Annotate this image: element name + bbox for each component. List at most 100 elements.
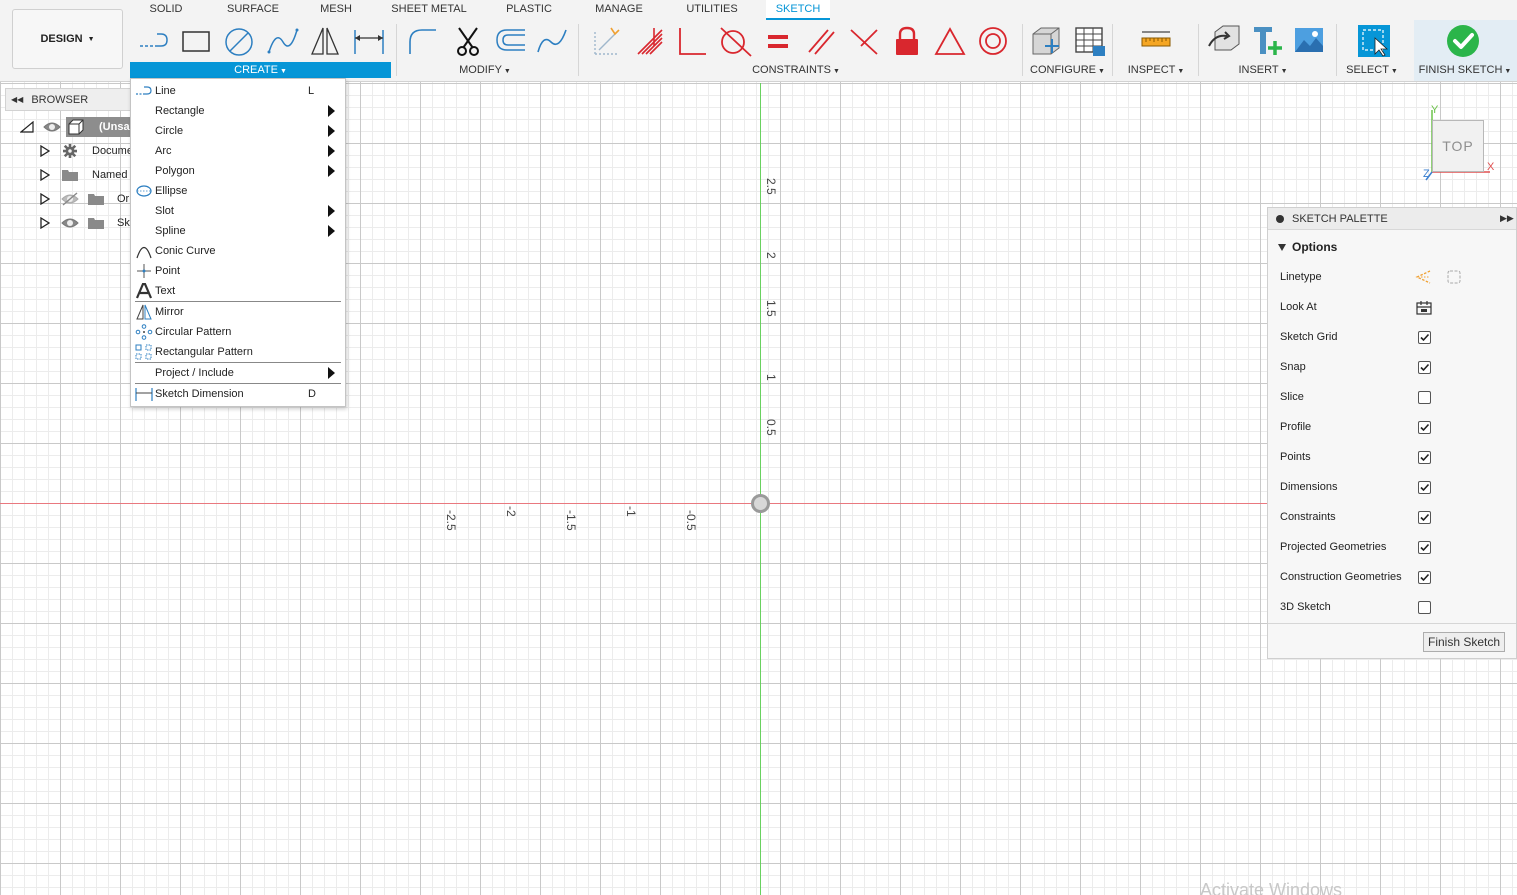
folder-icon <box>88 194 104 205</box>
menu-item-rectangle[interactable]: Rectangle <box>131 101 345 121</box>
measure-icon[interactable] <box>1138 22 1174 60</box>
tab-solid[interactable]: SOLID <box>143 0 189 20</box>
select-icon[interactable] <box>1354 22 1394 60</box>
menu-item-mirror[interactable]: Mirror <box>131 302 345 322</box>
menu-item-point[interactable]: Point <box>131 261 345 281</box>
tab-plastic[interactable]: PLASTIC <box>503 0 555 20</box>
insert-group-button[interactable]: INSERT ▼ <box>1232 62 1294 78</box>
finish-sketch-check-icon[interactable] <box>1445 22 1481 60</box>
browser-item-document-settings[interactable]: Docume <box>0 141 131 161</box>
constraints-checkbox[interactable] <box>1418 511 1431 524</box>
menu-item-conic-curve[interactable]: Conic Curve <box>131 241 345 261</box>
line-tool-icon[interactable] <box>136 22 172 60</box>
menu-item-circular-pattern[interactable]: Circular Pattern <box>131 322 345 342</box>
3d-sketch-checkbox[interactable] <box>1418 601 1431 614</box>
expand-triangle-icon[interactable] <box>40 169 50 181</box>
coincident-constraint-icon[interactable] <box>631 22 667 60</box>
centerline-linetype-icon[interactable] <box>1445 269 1463 285</box>
menu-item-arc[interactable]: Arc <box>131 141 345 161</box>
slice-checkbox[interactable] <box>1418 391 1431 404</box>
browser-root[interactable]: (Unsa <box>0 117 131 137</box>
construction-geometries-checkbox[interactable] <box>1418 571 1431 584</box>
palette-row-label: 3D Sketch <box>1280 601 1331 613</box>
menu-item-line[interactable]: Line L <box>131 81 345 101</box>
inspect-group-button[interactable]: INSPECT ▼ <box>1124 62 1188 78</box>
finish-sketch-button[interactable]: FINISH SKETCH ▼ <box>1418 62 1512 78</box>
browser-item-named-views[interactable]: Named V <box>0 165 131 185</box>
menu-item-polygon[interactable]: Polygon <box>131 161 345 181</box>
tab-utilities[interactable]: UTILITIES <box>684 0 740 20</box>
expand-triangle-icon[interactable] <box>40 145 50 157</box>
browser-item-origin[interactable]: Or <box>0 189 131 209</box>
visibility-eye-icon[interactable] <box>43 120 61 134</box>
collapse-left-icon[interactable]: ◀◀ <box>11 95 23 104</box>
look-at-icon[interactable] <box>1415 299 1433 315</box>
workspace-switcher[interactable]: DESIGN ▼ <box>12 9 123 69</box>
profile-checkbox[interactable] <box>1418 421 1431 434</box>
construction-linetype-icon[interactable] <box>1414 269 1432 285</box>
constraints-group-button[interactable]: CONSTRAINTS ▼ <box>740 62 852 78</box>
sketch-grid-checkbox[interactable] <box>1418 331 1431 344</box>
options-section-header[interactable]: Options <box>1268 236 1516 258</box>
tab-manage[interactable]: MANAGE <box>592 0 646 20</box>
fix-lock-icon[interactable] <box>889 22 925 60</box>
expand-right-icon[interactable]: ▶▶ <box>1500 213 1514 224</box>
parallel-constraint-icon[interactable] <box>803 22 839 60</box>
x-tick-label: -1 <box>624 506 638 517</box>
triangle-constraint-icon[interactable] <box>932 22 968 60</box>
menu-item-label: Spline <box>155 225 186 237</box>
finish-sketch-palette-button[interactable]: Finish Sketch <box>1423 632 1505 652</box>
sketch-dimension-tool-icon[interactable] <box>351 22 387 60</box>
insert-canvas-icon[interactable] <box>1291 22 1327 60</box>
tab-mesh[interactable]: MESH <box>315 0 357 20</box>
tab-sketch[interactable]: SKETCH <box>766 0 830 20</box>
palette-row-dimensions: Dimensions <box>1268 472 1516 502</box>
expand-triangle-icon[interactable] <box>40 193 50 205</box>
mirror-tool-icon[interactable] <box>307 22 343 60</box>
projected-geometries-checkbox[interactable] <box>1418 541 1431 554</box>
configure-group-button[interactable]: CONFIGURE ▼ <box>1030 62 1105 78</box>
expand-triangle-icon[interactable] <box>40 217 50 229</box>
hidden-eye-icon[interactable] <box>61 192 79 206</box>
origin-point[interactable] <box>751 494 770 513</box>
fix-constraint-icon[interactable] <box>588 22 624 60</box>
insert-mcmaster-icon[interactable] <box>1249 22 1285 60</box>
collinear-constraint-icon[interactable] <box>846 22 882 60</box>
fillet-tool-icon[interactable] <box>405 22 441 60</box>
equal-constraint-icon[interactable] <box>760 22 796 60</box>
menu-item-slot[interactable]: Slot <box>131 201 345 221</box>
menu-item-ellipse[interactable]: Ellipse <box>131 181 345 201</box>
menu-item-text[interactable]: Text <box>131 281 345 301</box>
menu-item-spline[interactable]: Spline <box>131 221 345 241</box>
rectangle-tool-icon[interactable] <box>178 22 214 60</box>
visibility-eye-icon[interactable] <box>61 216 79 230</box>
view-cube[interactable]: Y X Z TOP <box>1420 104 1500 184</box>
snap-checkbox[interactable] <box>1418 361 1431 374</box>
menu-item-rectangular-pattern[interactable]: Rectangular Pattern <box>131 342 345 362</box>
menu-item-sketch-dimension[interactable]: Sketch Dimension D <box>131 384 345 404</box>
menu-item-project-include[interactable]: Project / Include <box>131 363 345 383</box>
collapse-triangle-icon[interactable] <box>20 121 34 133</box>
browser-item-sketches[interactable]: Sk <box>0 213 131 233</box>
points-checkbox[interactable] <box>1418 451 1431 464</box>
circle-tool-icon[interactable] <box>221 22 257 60</box>
offset-tool-icon[interactable] <box>492 22 528 60</box>
create-group-button[interactable]: CREATE ▼ <box>130 62 391 78</box>
menu-item-circle[interactable]: Circle <box>131 121 345 141</box>
dimensions-checkbox[interactable] <box>1418 481 1431 494</box>
tangent-constraint-icon[interactable] <box>717 22 753 60</box>
perpendicular-constraint-icon[interactable] <box>674 22 710 60</box>
trim-tool-icon[interactable] <box>450 22 486 60</box>
table-config-icon[interactable] <box>1072 22 1108 60</box>
spline-tool-icon[interactable] <box>265 22 301 60</box>
tab-sheet-metal[interactable]: SHEET METAL <box>391 0 467 20</box>
modify-group-button[interactable]: MODIFY ▼ <box>440 62 530 78</box>
concentric-constraint-icon[interactable] <box>975 22 1011 60</box>
spline-modify-tool-icon[interactable] <box>534 22 570 60</box>
parameters-icon[interactable] <box>1028 22 1064 60</box>
insert-derive-icon[interactable] <box>1206 22 1242 60</box>
select-group-button[interactable]: SELECT ▼ <box>1344 62 1400 78</box>
tab-surface[interactable]: SURFACE <box>223 0 283 20</box>
minimize-icon[interactable] <box>1276 215 1284 223</box>
view-cube-top-face[interactable]: TOP <box>1432 120 1484 172</box>
